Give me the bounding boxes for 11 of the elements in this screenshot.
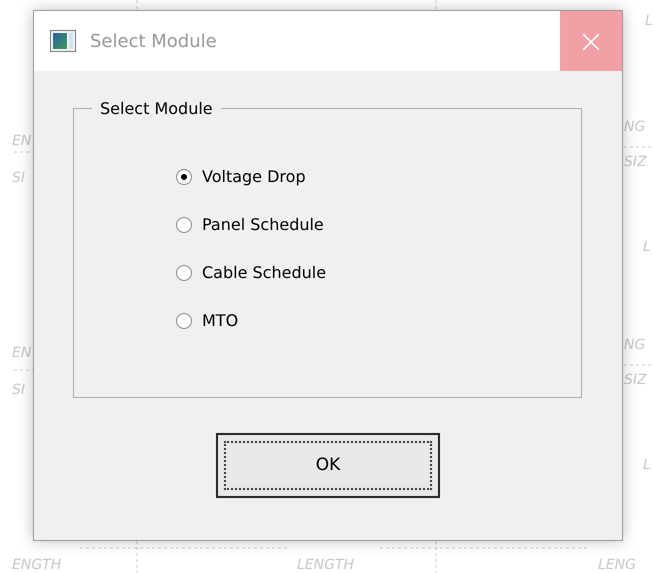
radio-label[interactable]: Cable Schedule [202, 261, 326, 285]
radio-button[interactable] [176, 265, 192, 281]
radio-label[interactable]: Panel Schedule [202, 213, 324, 237]
window-title: Select Module [90, 30, 217, 54]
radio-button[interactable] [176, 217, 192, 233]
radio-button[interactable] [176, 313, 192, 329]
radio-label[interactable]: Voltage Drop [202, 165, 306, 189]
radio-button[interactable] [176, 169, 192, 185]
ok-button[interactable]: OK [216, 433, 440, 498]
radio-label[interactable]: MTO [202, 309, 238, 333]
app-icon [50, 30, 76, 52]
